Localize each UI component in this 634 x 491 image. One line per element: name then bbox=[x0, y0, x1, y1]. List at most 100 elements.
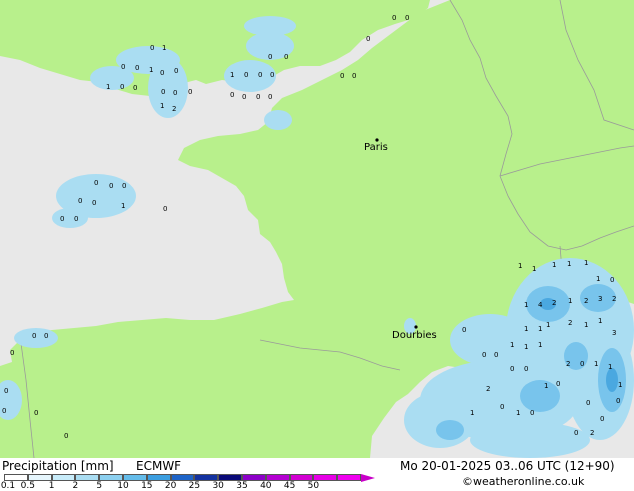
precip-value-label: 1 bbox=[596, 275, 601, 283]
precip-value-label: 0 bbox=[610, 276, 615, 284]
precip-value-label: 0 bbox=[524, 365, 529, 373]
precip-value-label: 1 bbox=[584, 321, 589, 329]
model-name: ECMWF bbox=[136, 459, 182, 473]
precip-value-label: 1 bbox=[598, 317, 603, 325]
city-label-paris: Paris bbox=[364, 142, 388, 153]
precip-value-label: 0 bbox=[173, 89, 178, 97]
legend-swatch bbox=[122, 474, 147, 481]
precip-value-label: 1 bbox=[524, 301, 529, 309]
precip-value-label: 0 bbox=[284, 53, 289, 61]
precip-value-label: 2 bbox=[552, 299, 557, 307]
legend-overflow-arrow bbox=[360, 474, 375, 482]
precip-value-label: 0 bbox=[2, 407, 7, 415]
precip-value-label: 0 bbox=[405, 14, 410, 22]
legend-swatch bbox=[313, 474, 338, 481]
precip-value-label: 0 bbox=[556, 380, 561, 388]
precip-value-label: 0 bbox=[256, 93, 261, 101]
precip-value-label: 1 bbox=[594, 360, 599, 368]
precip-value-label: 0 bbox=[268, 53, 273, 61]
precip-value-label: 0 bbox=[44, 332, 49, 340]
precip-value-label: 2 bbox=[584, 297, 589, 305]
legend-swatch bbox=[289, 474, 314, 481]
precip-value-label: 0 bbox=[500, 403, 505, 411]
precip-value-label: 1 bbox=[532, 265, 537, 273]
precip-value-label: 0 bbox=[242, 93, 247, 101]
legend-swatch bbox=[218, 474, 242, 481]
precip-value-label: 0 bbox=[580, 360, 585, 368]
legend-swatch bbox=[265, 474, 290, 481]
precip-value-label: 0 bbox=[92, 199, 97, 207]
precip-value-label: 0 bbox=[122, 182, 127, 190]
precip-value-label: 1 bbox=[230, 71, 235, 79]
precip-value-label: 1 bbox=[552, 261, 557, 269]
precip-value-label: 2 bbox=[568, 319, 573, 327]
precip-value-label: 2 bbox=[486, 385, 491, 393]
precip-value-label: 0 bbox=[340, 72, 345, 80]
precip-value-label: 1 bbox=[544, 382, 549, 390]
precip-value-label: 0 bbox=[78, 197, 83, 205]
precip-value-label: 1 bbox=[160, 102, 165, 110]
precip-value-label: 1 bbox=[162, 44, 167, 52]
legend-swatch bbox=[51, 474, 76, 481]
precip-value-label: 0 bbox=[64, 432, 69, 440]
legend-swatch bbox=[170, 474, 195, 481]
precip-value-label: 2 bbox=[566, 360, 571, 368]
precip-value-label: 1 bbox=[618, 381, 623, 389]
precip-value-label: 0 bbox=[150, 44, 155, 52]
precip-value-label: 0 bbox=[574, 429, 579, 437]
legend-swatch bbox=[4, 474, 28, 481]
precip-value-label: 0 bbox=[494, 351, 499, 359]
precip-value-label: 0 bbox=[616, 397, 621, 405]
precip-value-label: 0 bbox=[34, 409, 39, 417]
precip-value-label: 0 bbox=[270, 71, 275, 79]
precipitation-map bbox=[0, 0, 634, 458]
precip-value-label: 0 bbox=[174, 67, 179, 75]
dourbies-marker bbox=[414, 325, 418, 329]
legend-swatch bbox=[27, 474, 52, 481]
legend-swatch bbox=[337, 474, 361, 481]
precip-value-label: 1 bbox=[149, 66, 154, 74]
legend-swatch bbox=[194, 474, 219, 481]
precip-value-label: 0 bbox=[4, 387, 9, 395]
legend-swatch bbox=[75, 474, 100, 481]
valid-datetime: Mo 20-01-2025 03..06 UTC (12+90) bbox=[400, 459, 615, 473]
precip-value-label: 1 bbox=[584, 259, 589, 267]
precip-value-label: 0 bbox=[120, 83, 125, 91]
precip-value-label: 3 bbox=[598, 295, 603, 303]
precip-value-label: 0 bbox=[60, 215, 65, 223]
precip-value-label: 0 bbox=[352, 72, 357, 80]
precip-value-label: 1 bbox=[510, 341, 515, 349]
precip-value-label: 1 bbox=[538, 325, 543, 333]
legend-title: Precipitation [mm] bbox=[2, 459, 114, 473]
precip-value-label: 0 bbox=[74, 215, 79, 223]
credit-link[interactable]: ©weatheronline.co.uk bbox=[462, 476, 584, 487]
precip-value-label: 1 bbox=[546, 321, 551, 329]
precip-value-label: 1 bbox=[524, 325, 529, 333]
precip-value-label: 1 bbox=[608, 363, 613, 371]
precip-value-label: 0 bbox=[600, 415, 605, 423]
precip-value-label: 0 bbox=[161, 88, 166, 96]
precip-value-label: 0 bbox=[268, 93, 273, 101]
precip-value-label: 0 bbox=[366, 35, 371, 43]
precip-value-label: 2 bbox=[590, 429, 595, 437]
precip-value-label: 0 bbox=[482, 351, 487, 359]
precip-value-label: 0 bbox=[135, 64, 140, 72]
precip-value-label: 1 bbox=[121, 202, 126, 210]
precip-value-label: 0 bbox=[530, 409, 535, 417]
legend-swatch bbox=[99, 474, 123, 481]
precip-value-label: 0 bbox=[133, 84, 138, 92]
legend-swatch bbox=[241, 474, 266, 481]
precip-value-label: 0 bbox=[163, 205, 168, 213]
precip-value-label: 0 bbox=[121, 63, 126, 71]
precip-value-label: 0 bbox=[510, 365, 515, 373]
precip-value-label: 0 bbox=[392, 14, 397, 22]
precip-value-label: 1 bbox=[518, 262, 523, 270]
legend-swatch bbox=[146, 474, 171, 481]
precip-value-label: 1 bbox=[567, 260, 572, 268]
map-area[interactable]: Paris Dourbies 0100100100000121000000000… bbox=[0, 0, 634, 458]
precip-value-label: 0 bbox=[10, 349, 15, 357]
precip-value-label: 0 bbox=[258, 71, 263, 79]
precip-value-label: 0 bbox=[188, 88, 193, 96]
precip-value-label: 0 bbox=[230, 91, 235, 99]
precip-value-label: 0 bbox=[586, 399, 591, 407]
